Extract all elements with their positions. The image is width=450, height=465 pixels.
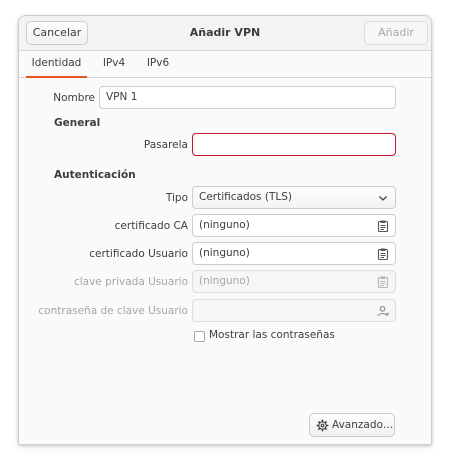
private-key-label: clave privada Usuario (73, 276, 188, 288)
key-password-field[interactable] (192, 299, 396, 322)
show-passwords-label[interactable]: Mostrar las contraseñas (209, 329, 335, 341)
tab-ipv6[interactable]: IPv6 (141, 51, 175, 77)
gateway-field[interactable] (192, 133, 396, 156)
authentication-heading: Autenticación (54, 169, 136, 181)
type-label: Tipo (165, 192, 188, 204)
show-passwords-checkbox[interactable] (194, 331, 205, 342)
tab-ipv4[interactable]: IPv4 (97, 51, 131, 77)
tab-bar: Identidad IPv4 IPv6 (19, 51, 431, 78)
gateway-label: Pasarela (143, 139, 188, 151)
ca-cert-field[interactable]: (ninguno) (192, 214, 396, 237)
header-bar: Cancelar Añadir VPN Añadir (19, 16, 431, 51)
add-button[interactable]: Añadir (364, 21, 428, 45)
tab-identidad[interactable]: Identidad (26, 51, 87, 78)
ca-cert-value: (ninguno) (199, 219, 250, 231)
chevron-down-icon (379, 196, 387, 201)
name-label: Nombre (53, 92, 95, 104)
key-password-label: contraseña de clave Usuario (38, 305, 188, 317)
advanced-button[interactable]: Avanzado… (309, 413, 395, 437)
general-heading: General (54, 117, 101, 129)
add-vpn-dialog: Cancelar Añadir VPN Añadir Identidad IPv… (18, 15, 432, 445)
ca-cert-label: certificado CA (114, 220, 188, 232)
document-open-icon[interactable] (376, 275, 390, 289)
document-open-icon[interactable] (376, 219, 390, 233)
type-dropdown[interactable]: Certificados (TLS) (192, 186, 396, 209)
user-icon[interactable] (376, 304, 390, 318)
document-open-icon[interactable] (376, 247, 390, 261)
advanced-label: Avanzado… (332, 419, 394, 431)
name-value: VPN 1 (106, 91, 138, 103)
type-value: Certificados (TLS) (199, 191, 292, 203)
name-field[interactable]: VPN 1 (99, 86, 396, 109)
private-key-field[interactable]: (ninguno) (192, 270, 396, 293)
private-key-value: (ninguno) (199, 275, 250, 287)
gear-icon (316, 419, 329, 432)
user-cert-label: certificado Usuario (89, 248, 188, 260)
user-cert-field[interactable]: (ninguno) (192, 242, 396, 265)
user-cert-value: (ninguno) (199, 247, 250, 259)
